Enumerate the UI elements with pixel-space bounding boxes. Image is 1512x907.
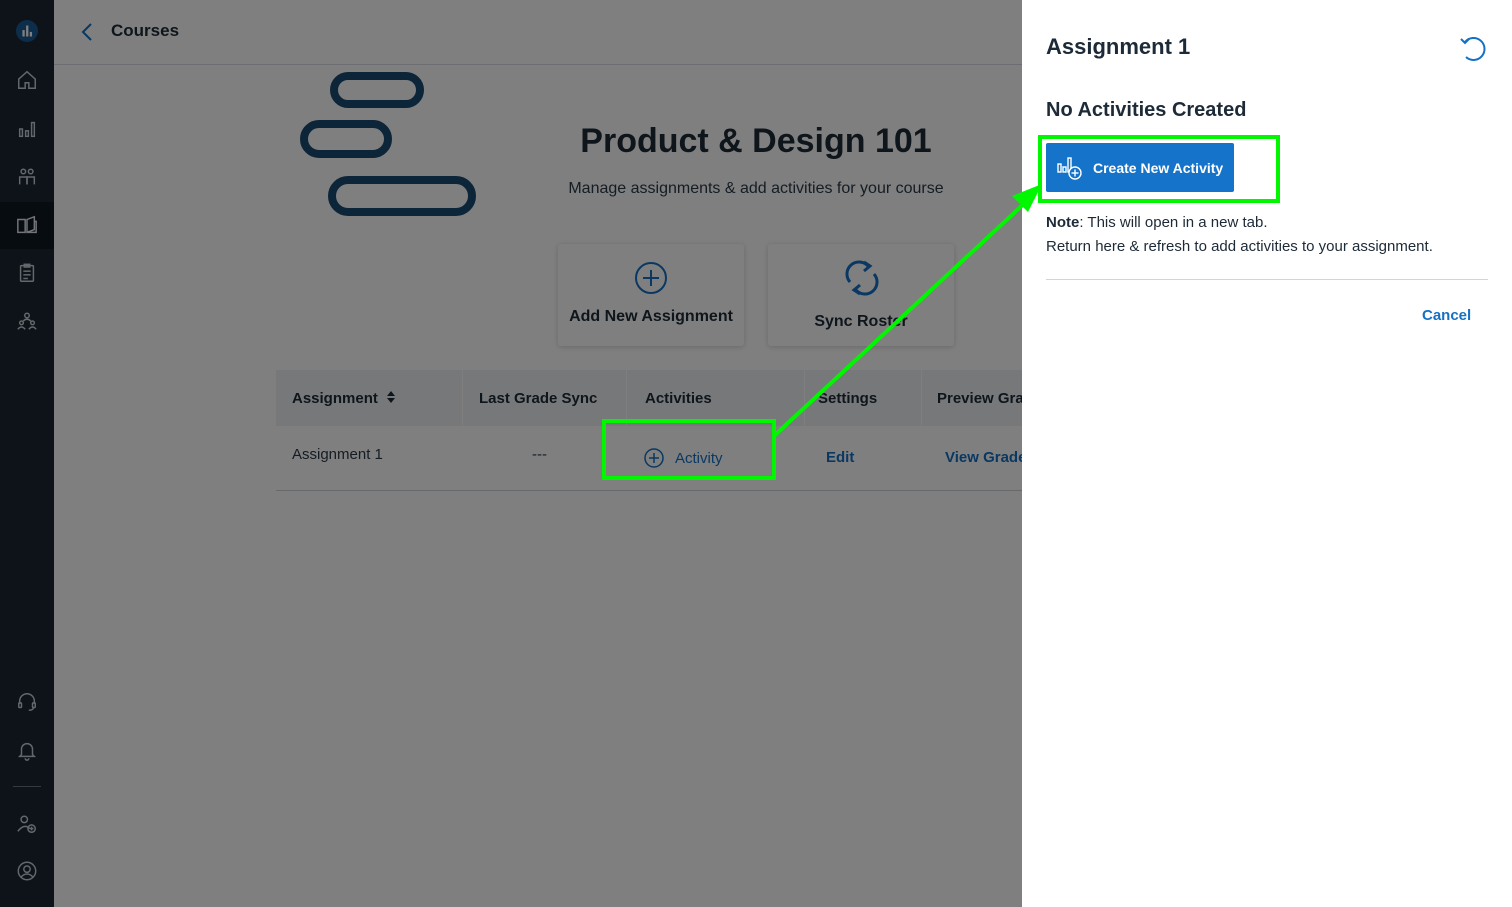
activity-highlight-box [602, 419, 776, 480]
cancel-button[interactable]: Cancel [1422, 307, 1471, 324]
no-activities-heading: No Activities Created [1046, 99, 1247, 121]
refresh-icon[interactable] [1458, 33, 1488, 63]
panel-divider [1046, 279, 1488, 280]
note-line2: Return here & refresh to add activities … [1046, 238, 1433, 255]
modal-overlay[interactable] [0, 0, 1022, 907]
create-activity-highlight-box [1038, 135, 1280, 203]
note-text: : This will open in a new tab. [1079, 214, 1268, 231]
note-label: Note [1046, 214, 1080, 231]
panel-title: Assignment 1 [1046, 34, 1191, 59]
panel-note: Note: This will open in a new tab. Retur… [1046, 211, 1496, 259]
